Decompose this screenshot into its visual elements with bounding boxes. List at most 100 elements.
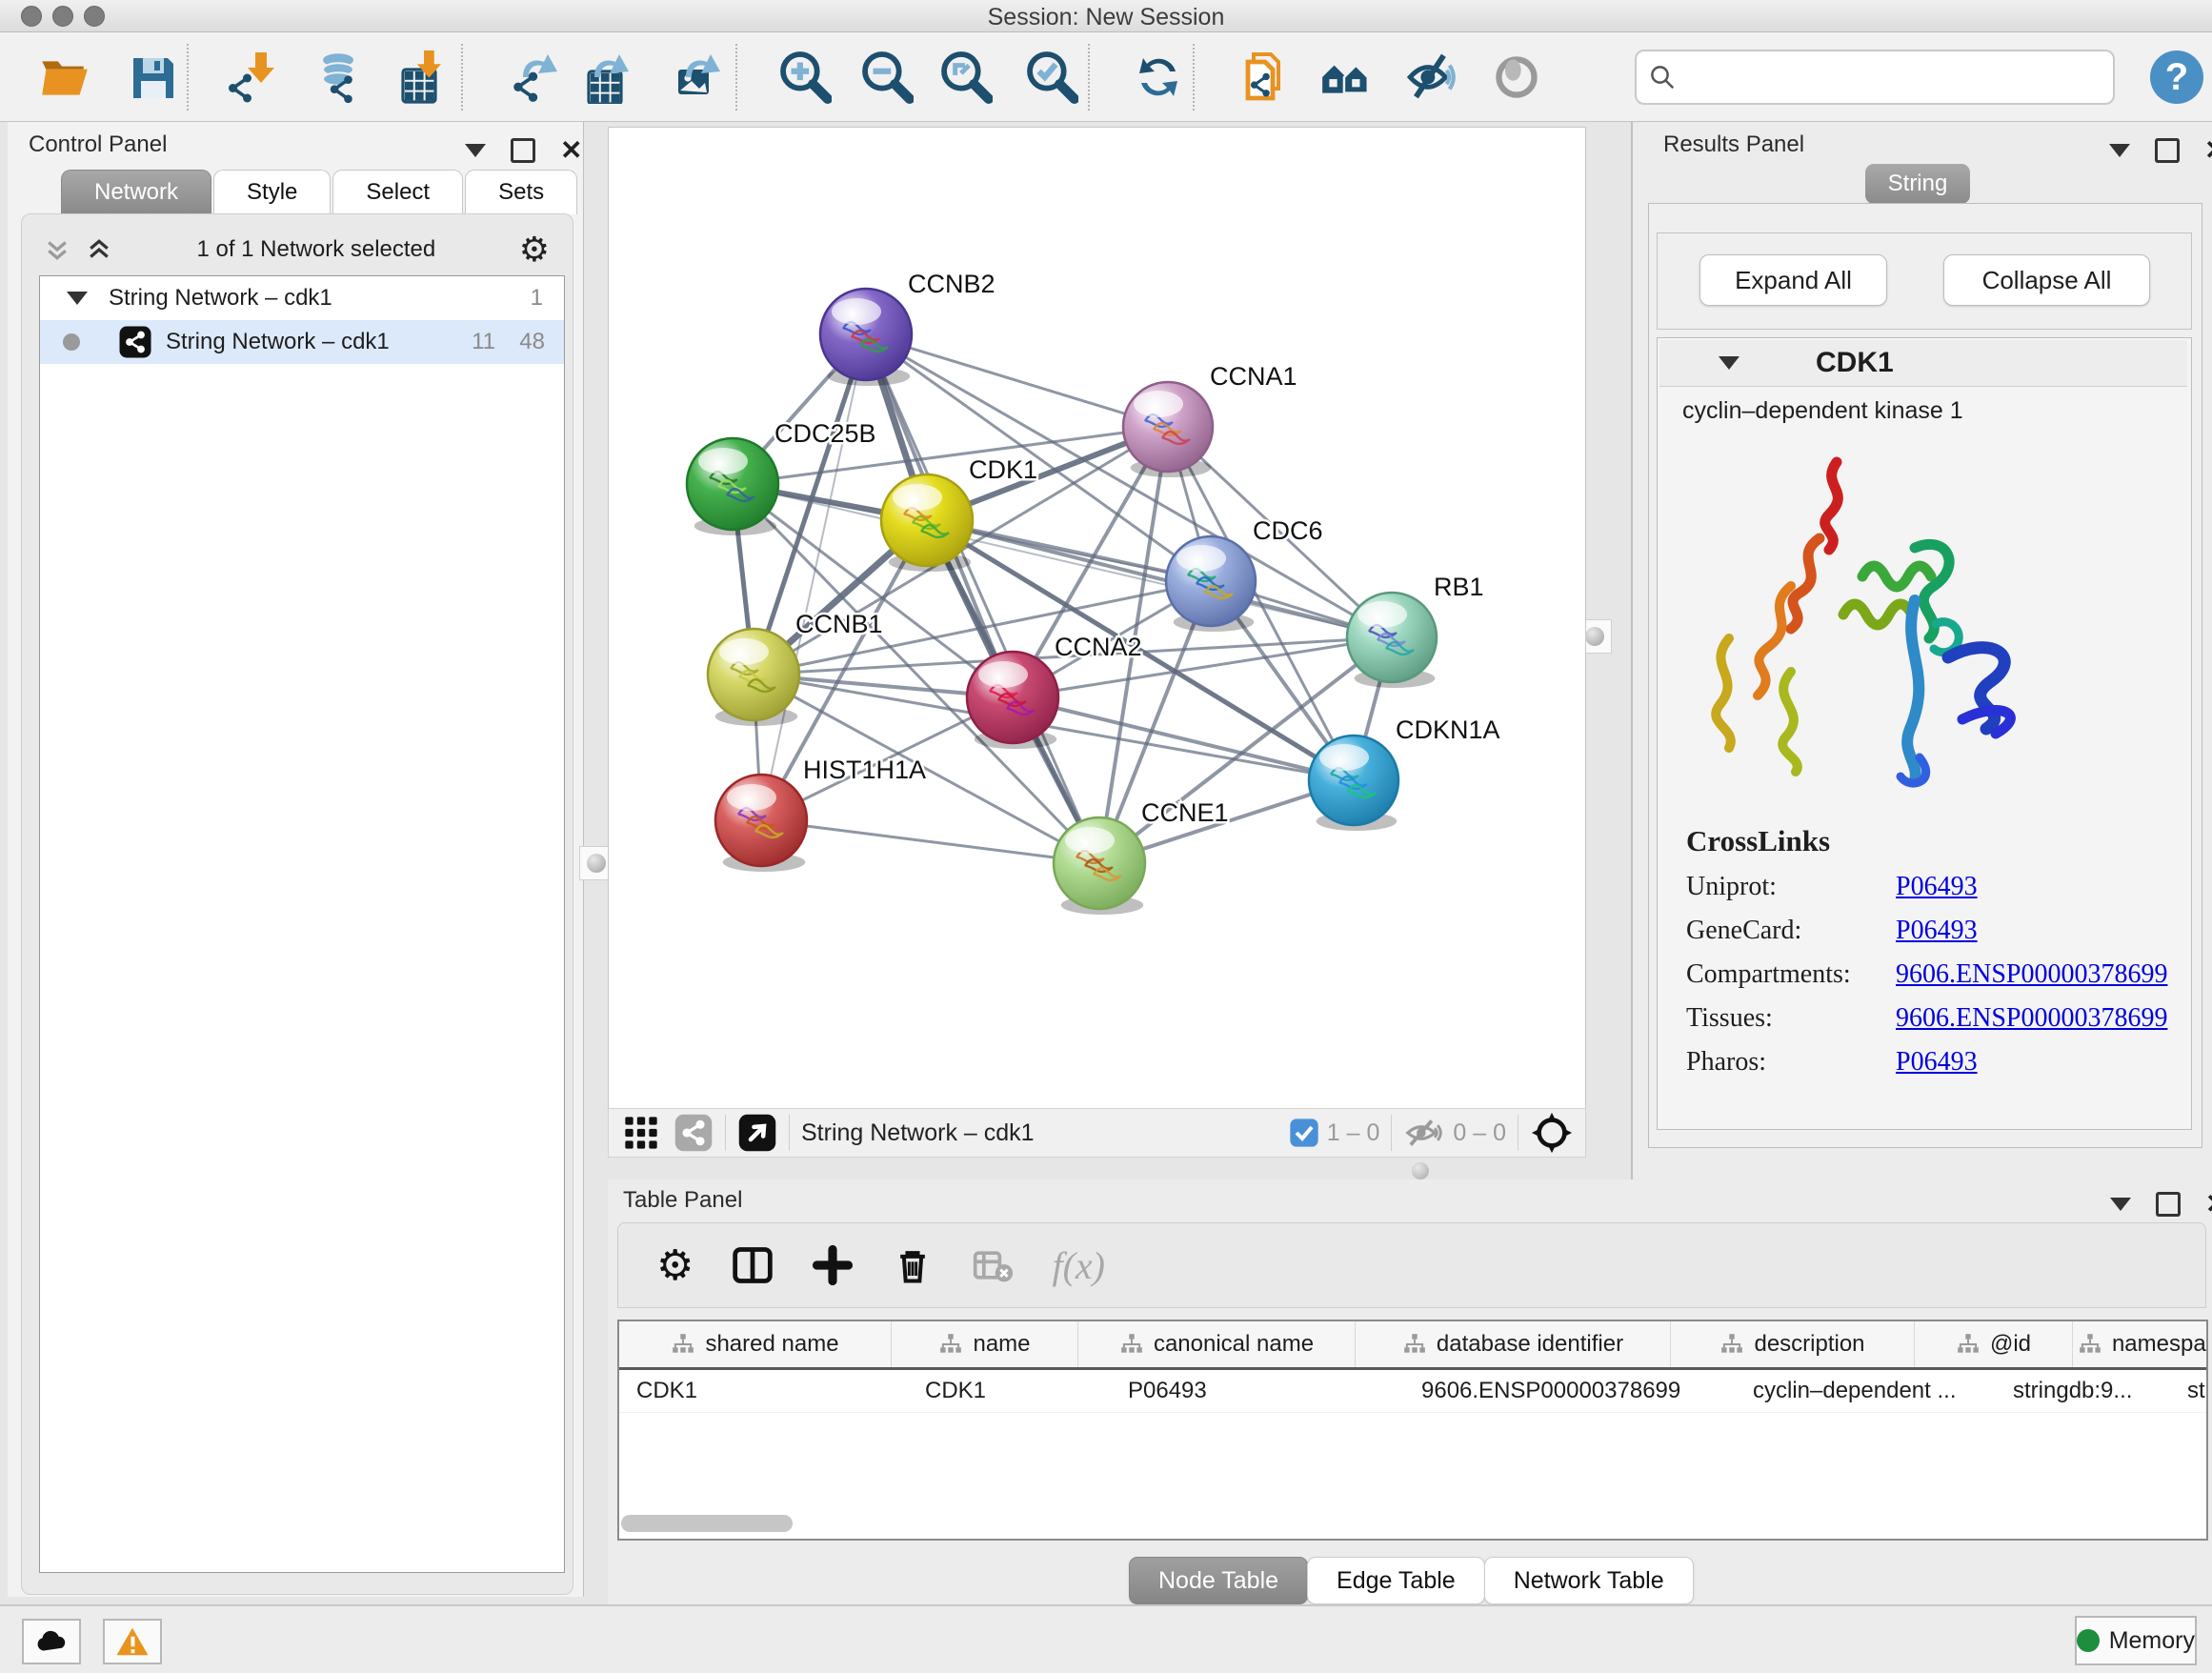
expand-all-icon[interactable] — [85, 235, 113, 264]
zoom-fit-button[interactable] — [934, 46, 996, 109]
node-CDKN1A[interactable]: CDKN1A — [1309, 716, 1500, 831]
zoom-out-button[interactable] — [855, 46, 917, 109]
column-header--id[interactable]: @id — [1915, 1321, 2073, 1367]
hidden-eye-icon[interactable] — [1403, 1116, 1445, 1150]
tab-network[interactable]: Network — [61, 170, 211, 214]
node-CDK1[interactable]: CDK1 — [881, 455, 1037, 572]
help-button[interactable]: ? — [2145, 46, 2208, 109]
column-header-shared-name[interactable]: shared name — [619, 1321, 892, 1367]
add-column-icon[interactable] — [812, 1244, 854, 1286]
column-header-database-identifier[interactable]: database identifier — [1356, 1321, 1671, 1367]
show-columns-icon[interactable] — [732, 1244, 774, 1286]
hidden-counts: 0 – 0 — [1453, 1119, 1506, 1147]
warnings-button[interactable] — [103, 1619, 162, 1664]
show-hide-button[interactable] — [1400, 46, 1463, 109]
tab-node-table[interactable]: Node Table — [1129, 1557, 1308, 1604]
table-settings-gear-icon[interactable]: ⚙ — [656, 1241, 694, 1290]
crosslink-link[interactable]: 9606.ENSP00000378699 — [1896, 1003, 2167, 1034]
table-hscrollbar[interactable] — [621, 1515, 793, 1532]
refresh-button[interactable] — [1127, 46, 1190, 109]
network-collection-row[interactable]: String Network – cdk1 1 — [40, 276, 564, 320]
crosslink-link[interactable]: P06493 — [1896, 1047, 1978, 1078]
export-network-button[interactable] — [503, 46, 566, 109]
import-network-database-button[interactable] — [309, 46, 372, 109]
search-box[interactable] — [1635, 50, 2115, 105]
network-graph[interactable]: CCNB2CCNA1CDC25BCDK1CDC6RB1CCNB1CCNA2CDK… — [609, 128, 1585, 1109]
node-CCNB2[interactable]: CCNB2 — [820, 270, 995, 386]
table-float-icon[interactable] — [2156, 1192, 2181, 1217]
node-HIST1H1A[interactable]: HIST1H1A — [715, 756, 926, 872]
tab-string[interactable]: String — [1865, 164, 1970, 204]
column-header-namespace[interactable]: namespace — [2073, 1321, 2208, 1367]
edge-CCNB2-HIST1H1A[interactable] — [761, 334, 866, 820]
grid-view-icon[interactable] — [622, 1114, 660, 1152]
collapse-all-button[interactable]: Collapse All — [1943, 254, 2150, 306]
expand-all-button[interactable]: Expand All — [1699, 254, 1887, 306]
network-from-selection-button[interactable] — [1234, 46, 1297, 109]
import-table-file-button[interactable] — [387, 46, 450, 109]
tab-sets[interactable]: Sets — [465, 170, 577, 214]
selected-checkbox-icon[interactable] — [1289, 1118, 1319, 1148]
node-RB1[interactable]: RB1 — [1347, 573, 1484, 688]
tab-network-table[interactable]: Network Table — [1484, 1557, 1694, 1604]
export-table-button[interactable] — [574, 46, 637, 109]
fit-content-crosshair-icon[interactable] — [1530, 1111, 1574, 1155]
bottom-splitter-handle[interactable] — [1412, 1162, 1429, 1179]
network-share-gray-icon[interactable] — [674, 1113, 714, 1153]
cell-shared-name[interactable]: CDK1 — [619, 1370, 908, 1412]
crosslink-link[interactable]: 9606.ENSP00000378699 — [1896, 959, 2167, 990]
table-menu-icon[interactable] — [2110, 1198, 2131, 1211]
edge-HIST1H1A-CCNE1[interactable] — [761, 820, 1099, 863]
sphere-button[interactable] — [1485, 46, 1548, 109]
network-canvas[interactable]: CCNB2CCNA1CDC25BCDK1CDC6RB1CCNB1CCNA2CDK… — [608, 127, 1586, 1110]
function-builder-icon[interactable]: f(x) — [1052, 1243, 1105, 1288]
collapse-all-icon[interactable] — [43, 235, 71, 264]
table-row[interactable]: CDK1CDK1P064939606.ENSP00000378699cyclin… — [619, 1370, 2206, 1413]
results-float-icon[interactable] — [2155, 138, 2180, 163]
search-input[interactable] — [1686, 63, 2113, 91]
node-label-CDK1: CDK1 — [969, 455, 1037, 484]
export-image-button[interactable] — [666, 46, 729, 109]
node-table[interactable]: shared namenamecanonical namedatabase id… — [617, 1320, 2208, 1541]
delete-table-icon[interactable] — [972, 1244, 1014, 1286]
tab-style[interactable]: Style — [213, 170, 331, 214]
open-file-button[interactable] — [32, 46, 95, 109]
column-header-description[interactable]: description — [1671, 1321, 1915, 1367]
node-CCNA1[interactable]: CCNA1 — [1123, 362, 1297, 477]
birds-eye-view-icon[interactable] — [737, 1113, 777, 1153]
node-result-header[interactable]: CDK1 — [1659, 340, 2187, 387]
tree-expander-icon[interactable] — [67, 292, 88, 305]
panel-close-icon[interactable]: ✕ — [560, 137, 582, 164]
network-row[interactable]: String Network – cdk1 11 48 — [40, 320, 564, 364]
collapse-entry-icon[interactable] — [1719, 356, 1739, 370]
results-close-icon[interactable]: ✕ — [2204, 137, 2212, 164]
edge-CCNB2-CCNA1[interactable] — [866, 334, 1168, 427]
zoom-in-button[interactable] — [773, 46, 835, 109]
results-menu-icon[interactable] — [2109, 144, 2130, 157]
cell--id[interactable]: stringdb:9... — [1996, 1370, 2170, 1412]
crosslink-link[interactable]: P06493 — [1896, 916, 1978, 946]
table-close-icon[interactable]: ✕ — [2205, 1191, 2212, 1218]
network-options-gear-icon[interactable]: ⚙ — [519, 230, 550, 270]
results-panel: Results Panel ✕ String Expand All Collap… — [1631, 122, 2212, 1179]
cell-description[interactable]: cyclin–dependent ... — [1736, 1370, 1996, 1412]
toolbar-separator — [461, 44, 463, 111]
tab-select[interactable]: Select — [332, 170, 463, 214]
zoom-selected-button[interactable] — [1019, 46, 1082, 109]
column-header-name[interactable]: name — [892, 1321, 1078, 1367]
panel-float-icon[interactable] — [511, 138, 535, 163]
cell-database-identifier[interactable]: 9606.ENSP00000378699 — [1404, 1370, 1736, 1412]
crosslink-link[interactable]: P06493 — [1896, 872, 1978, 902]
delete-column-trash-icon[interactable] — [892, 1244, 934, 1286]
tab-edge-table[interactable]: Edge Table — [1307, 1557, 1485, 1604]
layout-houses-button[interactable] — [1315, 46, 1377, 109]
column-header-canonical-name[interactable]: canonical name — [1078, 1321, 1356, 1367]
save-session-button[interactable] — [121, 46, 184, 109]
panel-menu-icon[interactable] — [465, 144, 486, 157]
cell-canonical-name[interactable]: P06493 — [1111, 1370, 1404, 1412]
cloud-button[interactable] — [22, 1619, 81, 1664]
cell-name[interactable]: CDK1 — [908, 1370, 1111, 1412]
memory-button[interactable]: Memory — [2075, 1616, 2197, 1665]
import-network-file-button[interactable] — [216, 46, 279, 109]
cell-namespace[interactable]: stringdb — [2170, 1370, 2208, 1412]
